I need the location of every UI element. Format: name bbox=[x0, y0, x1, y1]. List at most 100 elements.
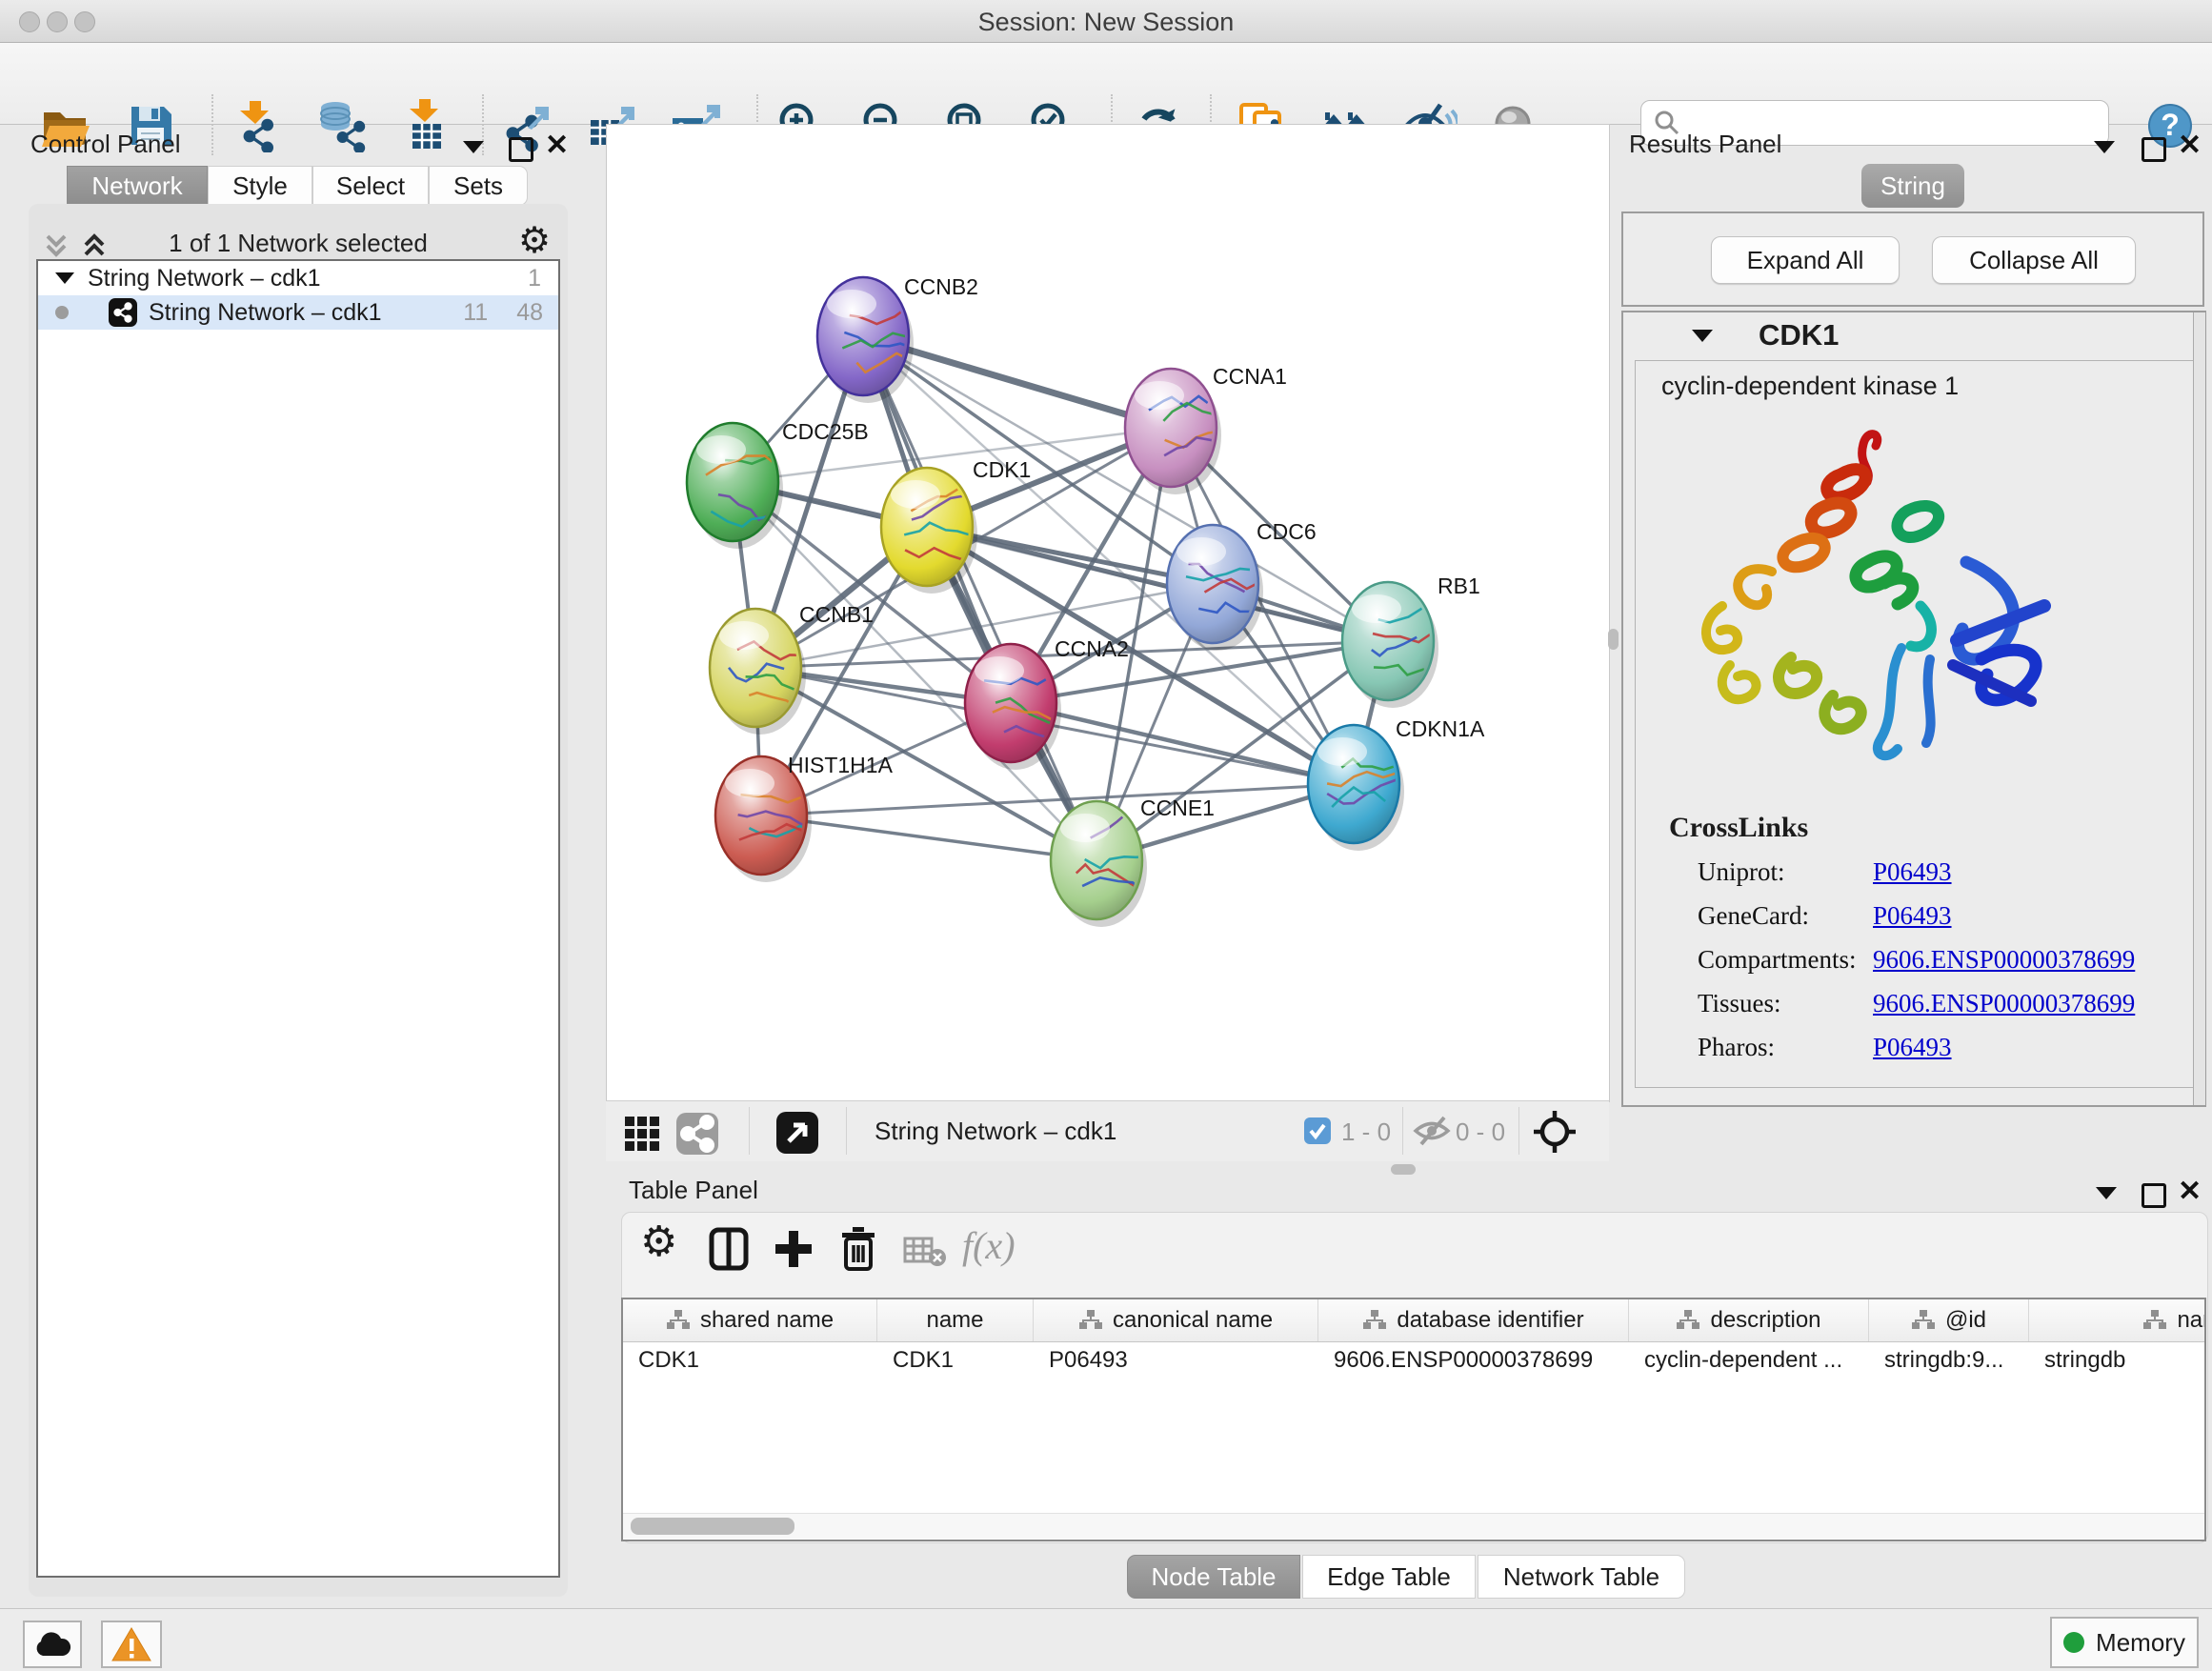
memory-button[interactable]: Memory bbox=[2050, 1617, 2199, 1668]
cell-namespace: stringdb bbox=[2029, 1342, 2206, 1379]
table-panel-float-icon[interactable] bbox=[2142, 1183, 2166, 1208]
column-header-description[interactable]: description bbox=[1629, 1299, 1869, 1341]
network-collection-row[interactable]: String Network – cdk1 1 bbox=[38, 261, 558, 295]
table-row[interactable]: CDK1CDK1P064939606.ENSP00000378699cyclin… bbox=[623, 1342, 2204, 1379]
crosslink-link-compartments[interactable]: 9606.ENSP00000378699 bbox=[1873, 945, 2135, 975]
protein-structure-image bbox=[1680, 419, 2092, 778]
edge-CCNA2-CDKN1A[interactable] bbox=[1011, 703, 1354, 784]
import-network-from-database-button[interactable] bbox=[312, 97, 370, 154]
string-share-icon[interactable] bbox=[674, 1111, 720, 1161]
function-builder-icon[interactable]: f(x) bbox=[962, 1223, 1016, 1268]
collection-expand-icon[interactable] bbox=[55, 272, 74, 284]
network-options-gear-icon[interactable]: ⚙ bbox=[518, 223, 551, 259]
crosslink-link-genecard[interactable]: P06493 bbox=[1873, 901, 1952, 931]
cloud-button[interactable] bbox=[23, 1621, 82, 1668]
column-header-name[interactable]: name bbox=[877, 1299, 1034, 1341]
node-label-CCNB2: CCNB2 bbox=[904, 274, 978, 299]
results-scrollbar[interactable] bbox=[2193, 312, 2205, 1105]
tab-style[interactable]: Style bbox=[208, 166, 312, 206]
column-header-@id[interactable]: @id bbox=[1869, 1299, 2029, 1341]
status-bar: Memory bbox=[0, 1608, 2212, 1671]
table-panel-title: Table Panel bbox=[629, 1176, 758, 1205]
node-label-CCNB1: CCNB1 bbox=[799, 602, 874, 627]
control-panel-float-icon[interactable] bbox=[509, 137, 533, 162]
memory-label: Memory bbox=[2096, 1628, 2185, 1658]
column-network-icon bbox=[1362, 1309, 1387, 1332]
warnings-button[interactable] bbox=[101, 1621, 162, 1668]
column-network-icon bbox=[1078, 1309, 1103, 1332]
node-CCNA1[interactable]: CCNA1 bbox=[1125, 364, 1287, 494]
grid-mode-icon[interactable] bbox=[621, 1113, 663, 1159]
network-row[interactable]: String Network – cdk1 11 48 bbox=[38, 295, 558, 330]
tab-network-table[interactable]: Network Table bbox=[1478, 1555, 1685, 1599]
cell-name: CDK1 bbox=[877, 1342, 1034, 1379]
node-HIST1H1A[interactable]: HIST1H1A bbox=[715, 753, 894, 882]
tab-network[interactable]: Network bbox=[67, 166, 208, 206]
fit-content-crosshair-icon[interactable] bbox=[1532, 1109, 1578, 1159]
horizontal-splitter-handle[interactable] bbox=[1391, 1164, 1416, 1175]
tab-select[interactable]: Select bbox=[312, 166, 429, 206]
network-view-toolbar: String Network – cdk1 1 - 0 0 - 0 bbox=[606, 1100, 1609, 1161]
collection-count: 1 bbox=[528, 265, 541, 292]
import-table-button[interactable] bbox=[398, 97, 455, 154]
node-CCNE1[interactable]: CCNE1 bbox=[1051, 795, 1215, 927]
network-selection-status: 1 of 1 Network selected bbox=[29, 229, 568, 258]
network-tree: String Network – cdk1 1 String Network –… bbox=[36, 259, 560, 1578]
crosslink-link-pharos[interactable]: P06493 bbox=[1873, 1033, 1952, 1062]
results-panel-float-icon[interactable] bbox=[2142, 137, 2166, 162]
scrollbar-thumb[interactable] bbox=[631, 1518, 794, 1535]
table-panel-menu-icon[interactable] bbox=[2096, 1187, 2117, 1199]
table-horizontal-scrollbar[interactable] bbox=[623, 1513, 2204, 1539]
results-panel-close-icon[interactable]: ✕ bbox=[2178, 135, 2202, 156]
crosslink-link-uniprot[interactable]: P06493 bbox=[1873, 857, 1952, 887]
column-header-namespace[interactable]: namespace bbox=[2029, 1299, 2206, 1341]
tab-edge-table[interactable]: Edge Table bbox=[1302, 1555, 1476, 1599]
birdseye-view-icon[interactable] bbox=[774, 1109, 821, 1161]
crosslink-link-tissues[interactable]: 9606.ENSP00000378699 bbox=[1873, 989, 2135, 1018]
table-settings-gear-icon[interactable]: ⚙ bbox=[640, 1221, 677, 1263]
column-header-shared-name[interactable]: shared name bbox=[623, 1299, 877, 1341]
vertical-splitter-handle[interactable] bbox=[1608, 629, 1619, 650]
import-network-button[interactable] bbox=[229, 97, 286, 154]
node-table[interactable]: shared namename canonical name database … bbox=[621, 1298, 2206, 1541]
table-panel-close-icon[interactable]: ✕ bbox=[2178, 1181, 2202, 1202]
node-label-CDK1: CDK1 bbox=[973, 457, 1031, 482]
node-label-CCNA1: CCNA1 bbox=[1213, 364, 1287, 389]
gene-symbol: CDK1 bbox=[1759, 318, 1839, 352]
tab-sets[interactable]: Sets bbox=[429, 166, 528, 206]
gene-collapse-icon[interactable] bbox=[1692, 330, 1713, 342]
node-CDC6[interactable]: CDC6 bbox=[1167, 519, 1317, 651]
column-header-database-identifier[interactable]: database identifier bbox=[1318, 1299, 1629, 1341]
results-panel-menu-icon[interactable] bbox=[2094, 141, 2115, 153]
delete-column-trash-icon[interactable] bbox=[836, 1225, 880, 1278]
hidden-eye-icon[interactable] bbox=[1412, 1115, 1452, 1152]
network-canvas[interactable]: CCNB2 CCNA1 CDC25B CDK1 CDC6 RB1 bbox=[606, 124, 1610, 1102]
node-label-CCNE1: CCNE1 bbox=[1140, 795, 1215, 820]
tab-node-table[interactable]: Node Table bbox=[1127, 1555, 1300, 1599]
selected-nodes-checkbox-icon[interactable] bbox=[1303, 1117, 1332, 1150]
gene-description: cyclin-dependent kinase 1 bbox=[1661, 372, 1959, 401]
import-network-from-database-icon bbox=[314, 99, 368, 152]
results-tab-string[interactable]: String bbox=[1861, 164, 1964, 208]
show-columns-icon[interactable] bbox=[707, 1227, 751, 1276]
node-CCNB1[interactable]: CCNB1 bbox=[710, 602, 874, 735]
edge-CCNB2-CCNE1[interactable] bbox=[863, 336, 1096, 860]
network-edge-count: 48 bbox=[516, 299, 543, 327]
node-RB1[interactable]: RB1 bbox=[1342, 574, 1480, 708]
column-header-canonical-name[interactable]: canonical name bbox=[1034, 1299, 1318, 1341]
crosslink-label-tissues: Tissues: bbox=[1698, 989, 1781, 1018]
expand-all-button[interactable]: Expand All bbox=[1711, 236, 1900, 284]
node-label-CDKN1A: CDKN1A bbox=[1396, 716, 1485, 741]
column-network-icon bbox=[1676, 1309, 1700, 1332]
crosslink-label-compartments: Compartments: bbox=[1698, 945, 1856, 975]
control-panel-close-icon[interactable]: ✕ bbox=[545, 135, 569, 156]
node-label-CDC25B: CDC25B bbox=[782, 419, 869, 444]
node-CCNB2[interactable]: CCNB2 bbox=[817, 274, 978, 403]
node-CDKN1A[interactable]: CDKN1A bbox=[1308, 716, 1485, 851]
control-panel-menu-icon[interactable] bbox=[463, 141, 484, 153]
delete-table-icon[interactable] bbox=[903, 1235, 947, 1274]
collection-label: String Network – cdk1 bbox=[88, 265, 321, 292]
create-column-icon[interactable] bbox=[772, 1227, 815, 1276]
network-view-title: String Network – cdk1 bbox=[875, 1117, 1116, 1146]
collapse-all-button[interactable]: Collapse All bbox=[1932, 236, 2136, 284]
